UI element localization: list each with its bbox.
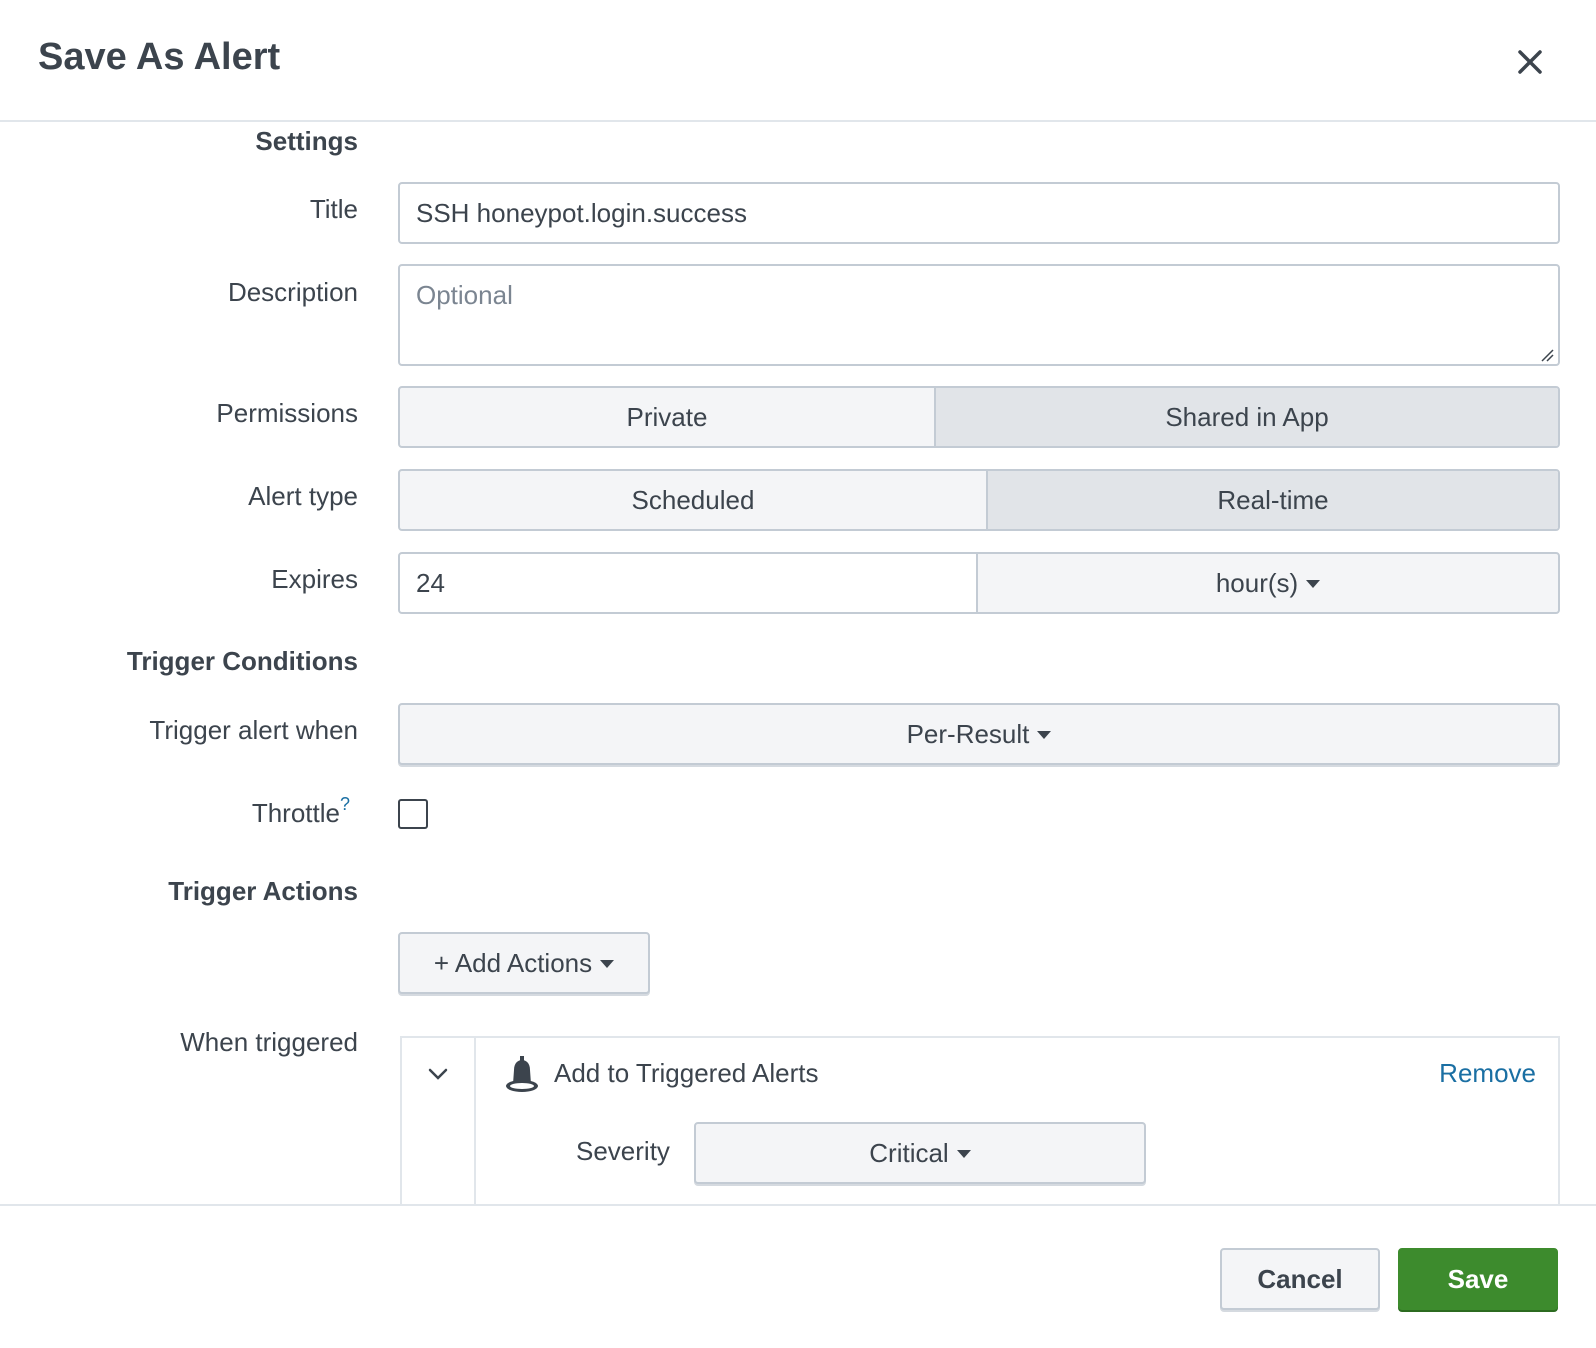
trigger-when-value: Per-Result xyxy=(907,719,1030,750)
action-name: Add to Triggered Alerts xyxy=(554,1058,818,1089)
dialog-footer: Cancel Save xyxy=(0,1204,1596,1348)
chevron-down-icon xyxy=(1037,731,1051,739)
trigger-when-label: Trigger alert when xyxy=(0,715,358,746)
severity-label: Severity xyxy=(576,1136,670,1167)
alert-type-label: Alert type xyxy=(0,481,358,512)
chevron-down-icon[interactable] xyxy=(426,1066,450,1082)
expires-input[interactable]: 24 xyxy=(398,552,978,614)
throttle-label: Throttle xyxy=(0,798,340,829)
alert-type-option-scheduled[interactable]: Scheduled xyxy=(400,471,986,529)
trigger-when-dropdown[interactable]: Per-Result xyxy=(398,703,1560,765)
add-actions-button[interactable]: + Add Actions xyxy=(398,932,650,994)
expires-unit-dropdown[interactable]: hour(s) xyxy=(976,552,1560,614)
permissions-toggle: Private Shared in App xyxy=(398,386,1560,448)
description-textarea[interactable]: Optional xyxy=(398,264,1560,366)
cancel-button[interactable]: Cancel xyxy=(1220,1248,1380,1310)
chevron-down-icon xyxy=(600,960,614,968)
throttle-label-text: Throttle xyxy=(252,798,340,828)
settings-section-label: Settings xyxy=(0,126,358,157)
expires-label: Expires xyxy=(0,564,358,595)
dialog-title: Save As Alert xyxy=(38,36,280,79)
trigger-actions-section-label: Trigger Actions xyxy=(0,876,358,907)
severity-dropdown[interactable]: Critical xyxy=(694,1122,1146,1184)
chevron-down-icon xyxy=(957,1150,971,1158)
resize-handle-icon[interactable] xyxy=(1540,348,1554,362)
severity-value: Critical xyxy=(869,1138,948,1169)
bell-icon xyxy=(502,1054,542,1096)
alert-type-toggle: Scheduled Real-time xyxy=(398,469,1560,531)
save-button[interactable]: Save xyxy=(1398,1248,1558,1310)
dialog-header: Save As Alert xyxy=(0,0,1596,122)
permissions-label: Permissions xyxy=(0,398,358,429)
permissions-option-private[interactable]: Private xyxy=(400,388,934,446)
description-label: Description xyxy=(0,277,358,308)
remove-action-link[interactable]: Remove xyxy=(1439,1058,1536,1089)
chevron-down-icon xyxy=(1306,580,1320,588)
title-input[interactable]: SSH honeypot.login.success xyxy=(398,182,1560,244)
permissions-option-shared-in-app[interactable]: Shared in App xyxy=(936,388,1558,446)
throttle-checkbox[interactable] xyxy=(398,799,428,829)
close-icon[interactable] xyxy=(1512,44,1548,80)
title-label: Title xyxy=(0,194,358,225)
expires-unit-value: hour(s) xyxy=(1216,568,1298,599)
add-actions-label: + Add Actions xyxy=(434,948,592,979)
alert-type-option-real-time[interactable]: Real-time xyxy=(988,471,1558,529)
when-triggered-label: When triggered xyxy=(0,1027,358,1058)
trigger-conditions-section-label: Trigger Conditions xyxy=(0,646,358,677)
throttle-help-icon[interactable]: ? xyxy=(340,794,350,815)
